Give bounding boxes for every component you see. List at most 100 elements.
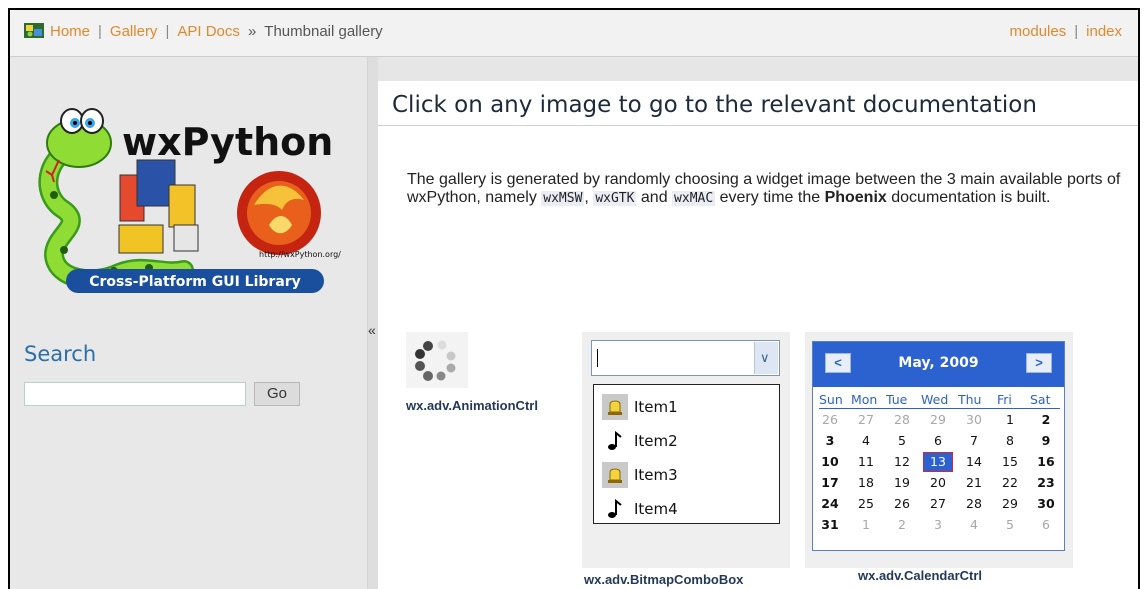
- calendar-day-cell[interactable]: 11: [851, 452, 881, 472]
- search-go-button[interactable]: Go: [254, 382, 300, 406]
- page-title: Click on any image to go to the relevant…: [392, 92, 1037, 118]
- calendar-day-cell[interactable]: 28: [887, 410, 917, 430]
- calendar-day-cell[interactable]: 27: [851, 410, 881, 430]
- calendar-day-cell[interactable]: 20: [923, 473, 953, 493]
- weekday-label: Tue: [886, 392, 908, 407]
- gallery-link[interactable]: Gallery: [110, 23, 158, 40]
- wxpython-logo[interactable]: wxPython http://wxPython.org/ Cross-Plat…: [24, 85, 357, 298]
- calendar-day-cell[interactable]: 5: [887, 431, 917, 451]
- calendar-day-cell[interactable]: 2: [887, 515, 917, 535]
- calendar-day-cell[interactable]: 9: [1031, 431, 1061, 451]
- calendar-day-cell[interactable]: 26: [887, 494, 917, 514]
- calendar-day-cell[interactable]: 1: [851, 515, 881, 535]
- calendar-day-cell[interactable]: 10: [815, 452, 845, 472]
- calendar-day-cell[interactable]: 3: [815, 431, 845, 451]
- nav-separator: |: [165, 23, 170, 40]
- weekday-label: Wed: [921, 392, 949, 407]
- combobox-field[interactable]: ∨: [591, 340, 780, 376]
- top-nav-bar: Home | Gallery | API Docs » Thumbnail galler…: [10, 10, 1138, 57]
- list-item-label: Item2: [634, 432, 678, 450]
- music-note-icon: [608, 430, 622, 450]
- calendar-day-cell[interactable]: 30: [959, 410, 989, 430]
- list-item[interactable]: Item2: [602, 425, 772, 457]
- list-item[interactable]: Item4: [602, 493, 772, 525]
- calendar-day-cell[interactable]: 22: [995, 473, 1025, 493]
- calendar-day-cell[interactable]: 28: [959, 494, 989, 514]
- calendar-ctrl-link[interactable]: wx.adv.CalendarCtrl: [858, 568, 982, 583]
- calendar-day-cell[interactable]: 8: [995, 431, 1025, 451]
- index-link[interactable]: index: [1086, 23, 1122, 40]
- wxpython-home-icon[interactable]: [24, 23, 44, 38]
- collapse-sidebar-icon[interactable]: «: [368, 322, 376, 338]
- calendar-day-cell[interactable]: 5: [995, 515, 1025, 535]
- calendar-day-cell[interactable]: 4: [851, 431, 881, 451]
- calendar-day-cell[interactable]: 15: [995, 452, 1025, 472]
- intro-paragraph: The gallery is generated by randomly cho…: [407, 171, 1127, 208]
- calendar-day-cell[interactable]: 14: [959, 452, 989, 472]
- calendar-day-cell[interactable]: 29: [923, 410, 953, 430]
- breadcrumb: Home | Gallery | API Docs » Thumbnail galler…: [24, 23, 383, 40]
- browser-page: Home | Gallery | API Docs » Thumbnail galler…: [8, 8, 1140, 589]
- list-item-label: Item1: [634, 398, 678, 416]
- weekday-label: Mon: [851, 392, 878, 407]
- svg-text:wxPython: wxPython: [122, 120, 333, 164]
- text-cursor: [597, 349, 598, 367]
- bell-icon: [602, 394, 628, 420]
- calendar-day-cell[interactable]: 4: [959, 515, 989, 535]
- calendar-day-cell[interactable]: 7: [959, 431, 989, 451]
- calendar-day-cell[interactable]: 2: [1031, 410, 1061, 430]
- calendar-day-cell[interactable]: 24: [815, 494, 845, 514]
- bell-icon: [602, 462, 628, 488]
- calendar-day-cell[interactable]: 17: [815, 473, 845, 493]
- nav-separator: |: [98, 23, 102, 40]
- calendar-day-cell[interactable]: 6: [923, 431, 953, 451]
- calendar-header: < May, 2009 >: [813, 342, 1064, 387]
- music-note-icon: [608, 498, 622, 518]
- calendar-day-cell[interactable]: 30: [1031, 494, 1061, 514]
- calendar-day-cell[interactable]: 6: [1031, 515, 1061, 535]
- calendar-day-cell[interactable]: 19: [887, 473, 917, 493]
- home-link[interactable]: Home: [50, 23, 90, 40]
- code-wxmac: wxMAC: [672, 191, 716, 206]
- list-item[interactable]: Item3: [602, 459, 772, 491]
- list-item-label: Item4: [634, 500, 678, 518]
- code-wxgtk: wxGTK: [593, 191, 637, 206]
- calendar-day-cell[interactable]: 23: [1031, 473, 1061, 493]
- title-divider: [378, 125, 1138, 126]
- search-heading: Search: [24, 342, 97, 366]
- modules-link[interactable]: modules: [1010, 23, 1067, 40]
- calendar-day-cell[interactable]: 18: [851, 473, 881, 493]
- calendar-day-cell[interactable]: 26: [815, 410, 845, 430]
- intro-text: and: [636, 189, 673, 206]
- animation-ctrl-link[interactable]: wx.adv.AnimationCtrl: [406, 398, 538, 413]
- search-input[interactable]: [24, 382, 246, 406]
- calendar-day-cell[interactable]: 27: [923, 494, 953, 514]
- current-page-label: Thumbnail gallery: [264, 23, 383, 40]
- calendar-widget: < May, 2009 > Sun Mon Tue Wed Thu Fri Sa…: [812, 341, 1065, 551]
- intro-text: documentation is built.: [886, 189, 1051, 206]
- nav-separator: |: [1074, 23, 1079, 40]
- combobox-dropdown-list: Item1 Item2 Item3 Item4: [593, 384, 780, 524]
- calendar-day-cell[interactable]: 31: [815, 515, 845, 535]
- weekday-label: Sun: [819, 392, 843, 407]
- calendar-day-cell[interactable]: 25: [851, 494, 881, 514]
- calendar-day-cell[interactable]: 29: [995, 494, 1025, 514]
- weekday-header: Sun Mon Tue Wed Thu Fri Sat: [819, 392, 1060, 409]
- list-item-label: Item3: [634, 466, 678, 484]
- next-month-icon[interactable]: >: [1026, 353, 1052, 373]
- combobox-dropdown-button[interactable]: ∨: [754, 342, 778, 374]
- animation-ctrl-thumbnail[interactable]: [406, 332, 468, 388]
- weekday-label: Thu: [958, 392, 982, 407]
- calendar-day-cell[interactable]: 1: [995, 410, 1025, 430]
- api-docs-link[interactable]: API Docs: [177, 23, 240, 40]
- intro-text: every time the: [715, 189, 825, 206]
- calendar-day-cell[interactable]: 3: [923, 515, 953, 535]
- calendar-day-cell[interactable]: 21: [959, 473, 989, 493]
- list-item[interactable]: Item1: [602, 391, 772, 423]
- chevron-down-icon: ∨: [760, 350, 770, 365]
- calendar-day-cell[interactable]: 12: [887, 452, 917, 472]
- breadcrumb-separator: »: [248, 23, 257, 40]
- calendar-day-cell[interactable]: 13: [923, 452, 953, 472]
- calendar-day-cell[interactable]: 16: [1031, 452, 1061, 472]
- bitmap-combobox-link[interactable]: wx.adv.BitmapComboBox: [584, 572, 743, 587]
